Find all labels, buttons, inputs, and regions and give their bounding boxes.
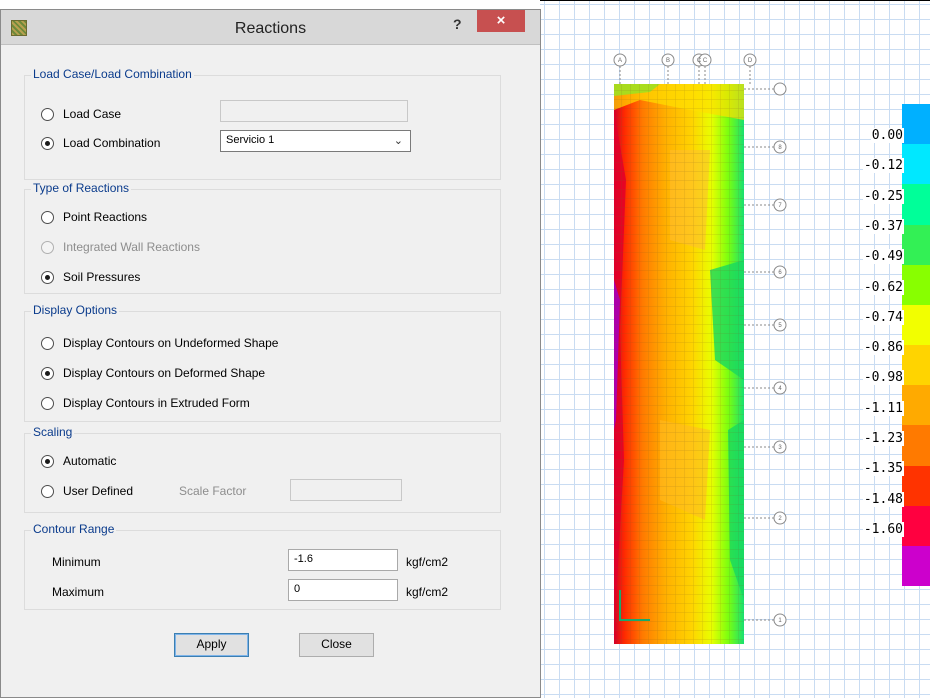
legend-color-band [902, 425, 930, 466]
radio-label: Display Contours on Deformed Shape [63, 366, 266, 380]
radio-label: Integrated Wall Reactions [63, 240, 200, 254]
maximum-unit: kgf/cm2 [406, 585, 449, 599]
minimum-field[interactable]: -1.6 [288, 549, 398, 571]
select-value: Servicio 1 [226, 134, 275, 146]
legend-label: -1.35 [862, 461, 904, 477]
radio-soil-pressures[interactable]: Soil Pressures [41, 270, 140, 284]
legend-label: -0.37 [862, 218, 904, 234]
legend-label: 0.00 [870, 128, 904, 143]
legend-label: -1.48 [862, 491, 904, 507]
legend-label: -1.60 [862, 521, 904, 537]
legend-color-band [902, 184, 930, 225]
slab-contour [614, 84, 744, 644]
grid-col-label: D [748, 58, 753, 64]
help-button[interactable]: ? [453, 16, 462, 32]
radio-scaling-automatic[interactable]: Automatic [41, 454, 116, 468]
radio-icon[interactable] [41, 107, 54, 121]
legend-color-band [902, 385, 930, 426]
grid-col-label: B [666, 58, 670, 64]
minimum-unit: kgf/cm2 [406, 555, 449, 569]
contour-legend-colorbar [902, 104, 930, 587]
legend-label: -1.23 [862, 431, 904, 446]
maximum-field[interactable]: 0 [288, 579, 398, 601]
legend-color-band [902, 345, 930, 386]
grid-col-label: C [697, 58, 702, 64]
chevron-down-icon: ⌄ [393, 135, 403, 147]
radio-load-case[interactable]: Load Case [41, 107, 121, 121]
group-title: Contour Range [31, 522, 117, 536]
radio-icon [41, 240, 54, 254]
grid-bubble-8 [744, 82, 787, 96]
maximum-label: Maximum [52, 585, 105, 599]
scale-factor-field [290, 479, 402, 501]
close-icon[interactable]: × [477, 10, 525, 32]
radio-icon[interactable] [41, 454, 54, 468]
radio-label: Load Case [63, 107, 122, 121]
scale-factor-label: Scale Factor [179, 484, 247, 498]
radio-label: Automatic [63, 454, 117, 468]
group-title: Type of Reactions [31, 181, 132, 195]
grid-col-label: C [703, 58, 708, 64]
radio-icon[interactable] [41, 336, 54, 350]
minimum-label: Minimum [52, 555, 101, 569]
radio-point-reactions[interactable]: Point Reactions [41, 210, 147, 224]
group-title: Scaling [31, 425, 75, 439]
legend-color-band [902, 224, 930, 266]
soil-pressure-plot[interactable]: A B C C D 8 7 6 5 4 3 2 1 0.00 -0.12 -0.… [540, 0, 930, 698]
legend-color-band [902, 264, 930, 306]
radio-load-combination[interactable]: Load Combination [41, 136, 160, 150]
radio-contours-extruded[interactable]: Display Contours in Extruded Form [41, 396, 250, 410]
dialog-titlebar[interactable]: Reactions ? × [1, 10, 540, 45]
legend-color-band [902, 104, 930, 145]
radio-label: Display Contours in Extruded Form [63, 396, 250, 410]
radio-icon[interactable] [41, 484, 54, 498]
radio-integrated-wall-reactions: Integrated Wall Reactions [41, 240, 200, 254]
radio-label: Display Contours on Undeformed Shape [63, 336, 279, 350]
radio-icon[interactable] [41, 396, 54, 410]
legend-label: -0.12 [862, 158, 904, 174]
legend-label: -0.62 [862, 279, 904, 295]
legend-color-band [902, 505, 930, 547]
legend-color-band [902, 465, 930, 507]
radio-icon[interactable] [41, 136, 54, 150]
display-options-group: Display Options Display Contours on Unde… [24, 303, 501, 422]
load-case-group: Load Case/Load Combination Load Case Loa… [24, 67, 501, 180]
radio-label: User Defined [63, 484, 134, 498]
legend-color-band [902, 545, 930, 587]
radio-label: Point Reactions [63, 210, 148, 224]
legend-color-band [902, 304, 930, 346]
close-button[interactable]: Close [299, 633, 374, 657]
radio-contours-undeformed[interactable]: Display Contours on Undeformed Shape [41, 336, 278, 350]
radio-icon[interactable] [41, 210, 54, 224]
legend-label: -1.11 [862, 400, 904, 416]
legend-label: -0.98 [862, 370, 904, 386]
group-title: Display Options [31, 303, 120, 317]
contour-range-group: Contour Range Minimum -1.6 kgf/cm2 Maxim… [24, 522, 501, 610]
group-title: Load Case/Load Combination [31, 67, 194, 81]
radio-icon[interactable] [41, 270, 54, 284]
radio-contours-deformed[interactable]: Display Contours on Deformed Shape [41, 366, 265, 380]
radio-label: Soil Pressures [63, 270, 141, 284]
load-combination-select[interactable]: Servicio 1 ⌄ [220, 130, 411, 152]
grid-col-label: A [618, 58, 622, 64]
reactions-type-group: Type of Reactions Point Reactions Integr… [24, 181, 501, 294]
scaling-group: Scaling Automatic User Defined Scale Fac… [24, 425, 501, 513]
legend-label: -0.74 [862, 309, 904, 325]
reactions-dialog: Reactions ? × Load Case/Load Combination… [0, 9, 541, 698]
legend-label: -0.86 [862, 340, 904, 356]
radio-scaling-user-defined[interactable]: User Defined [41, 484, 133, 498]
legend-label: -0.25 [862, 188, 904, 204]
apply-button[interactable]: Apply [174, 633, 249, 657]
radio-label: Load Combination [63, 136, 161, 150]
radio-icon[interactable] [41, 366, 54, 380]
load-case-field[interactable] [220, 100, 408, 122]
legend-color-band [902, 144, 930, 185]
legend-label: -0.49 [862, 249, 904, 265]
